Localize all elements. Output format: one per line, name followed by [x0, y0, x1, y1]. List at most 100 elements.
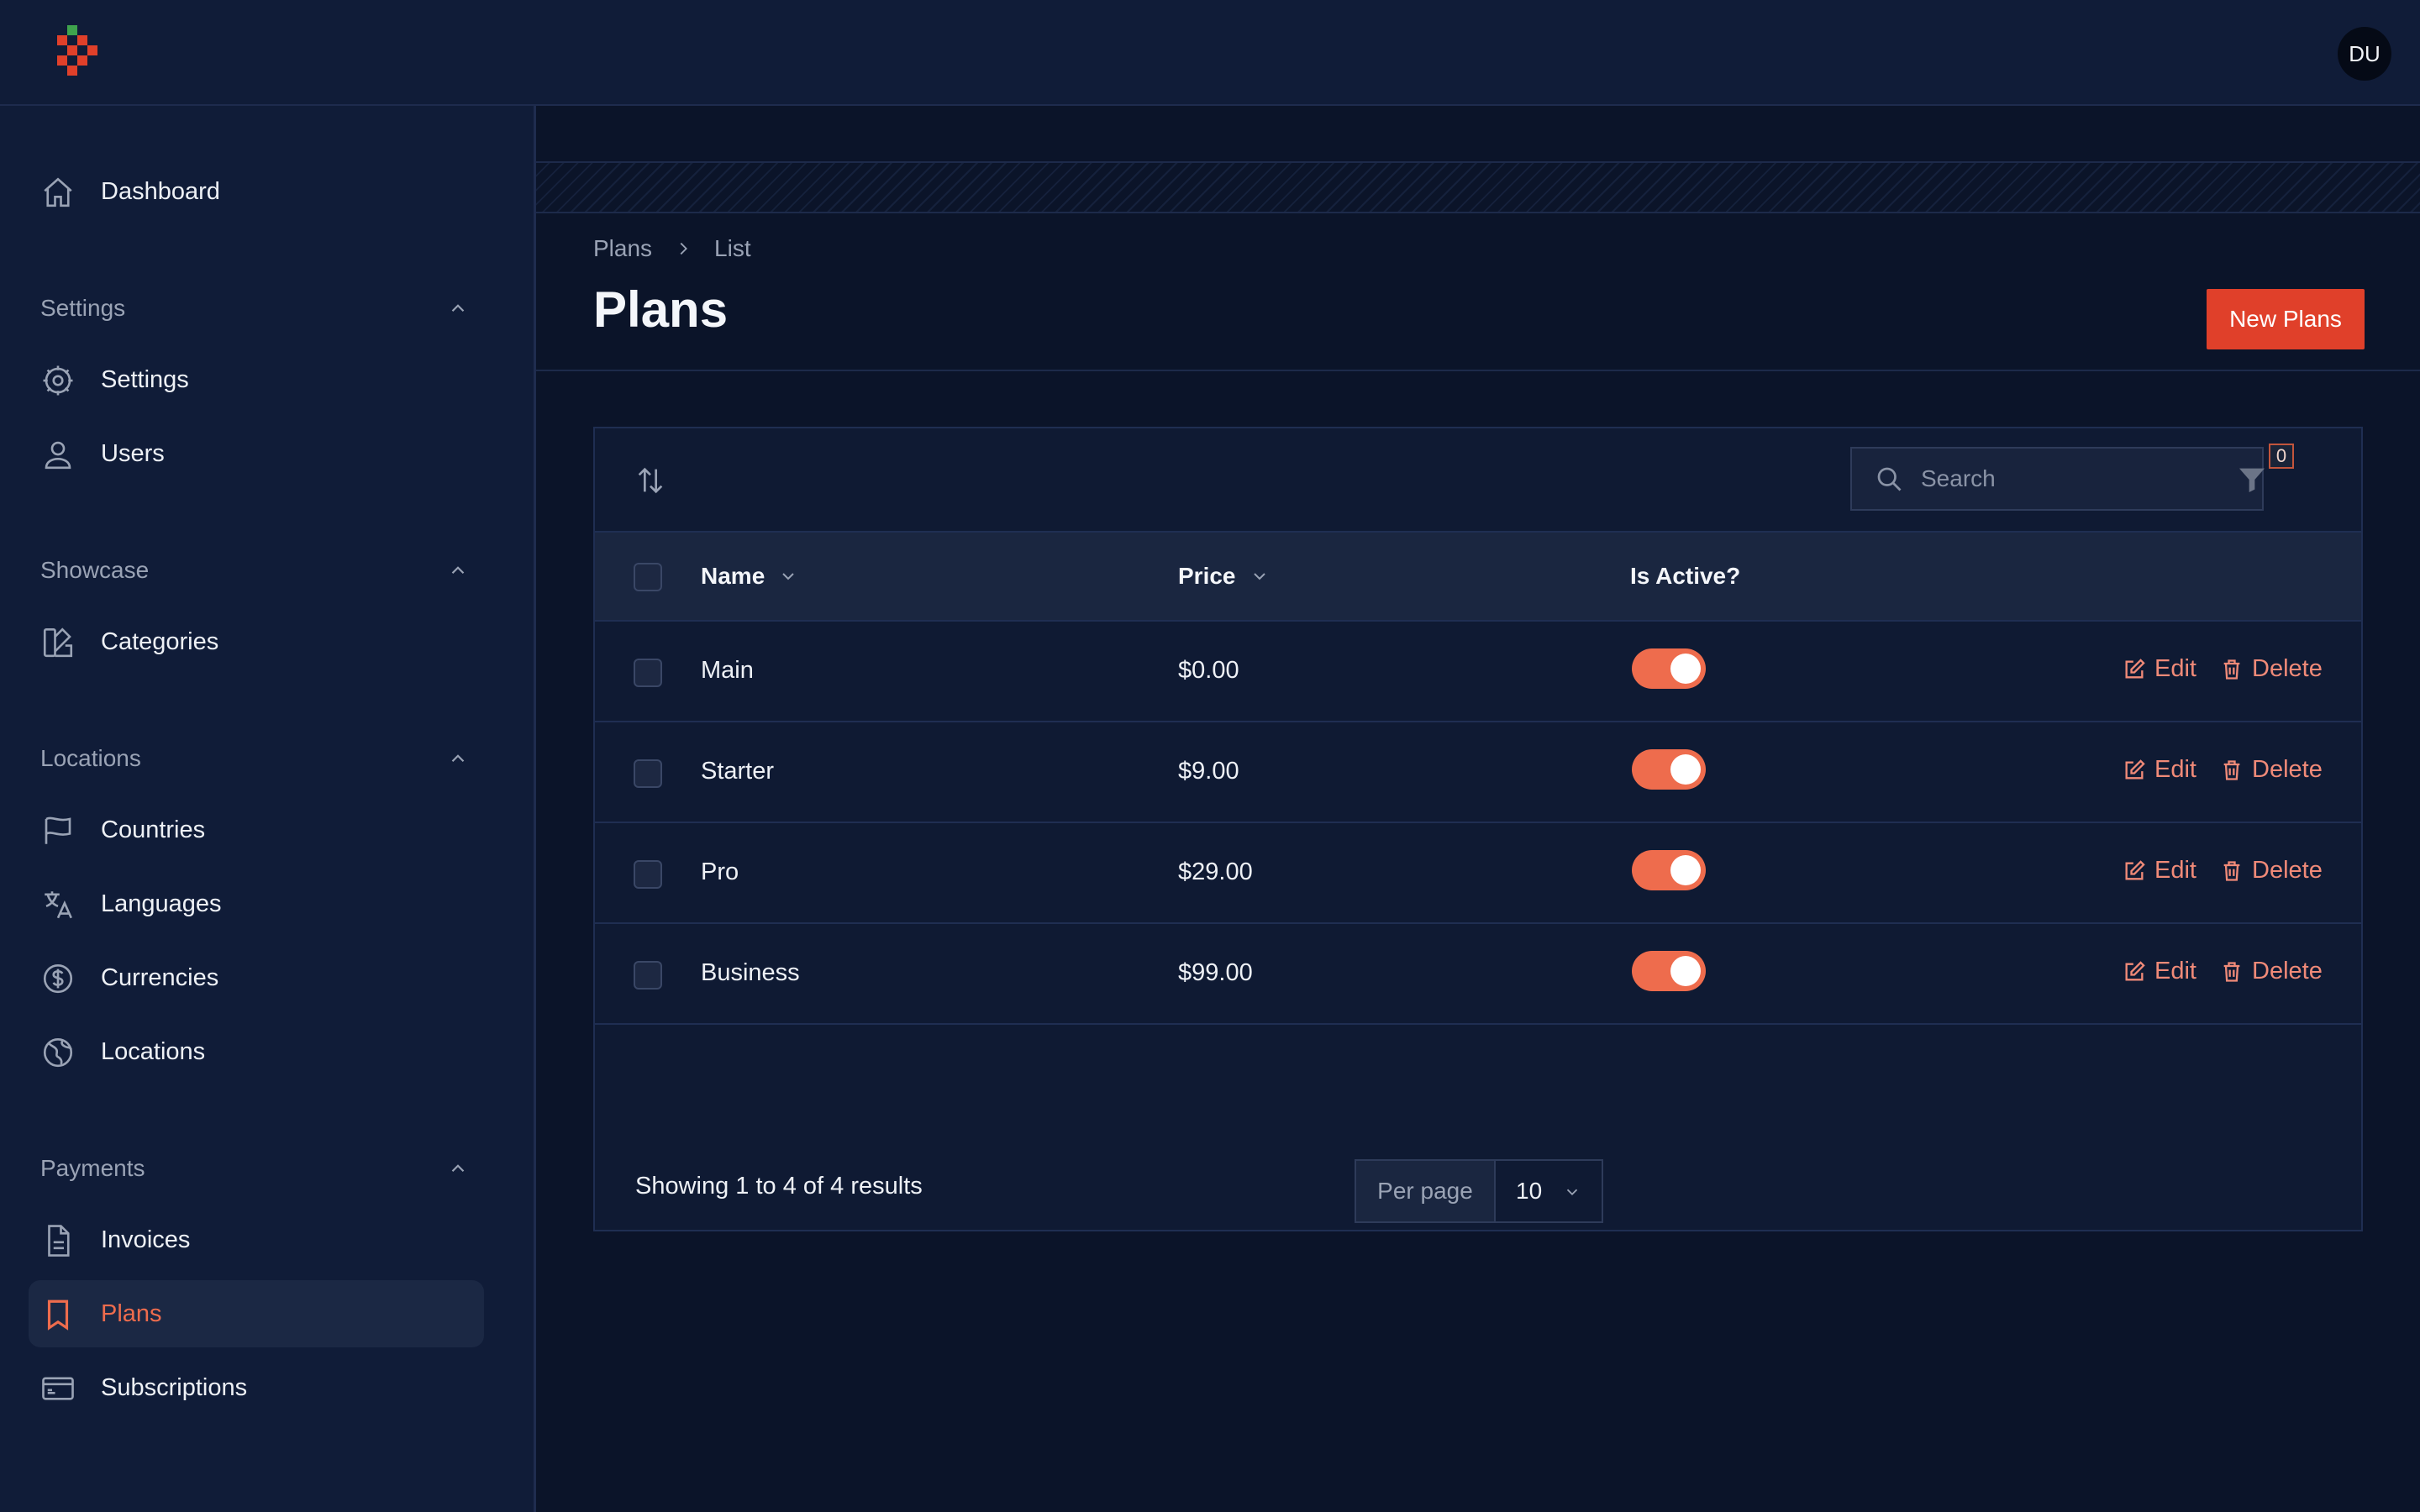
sidebar-item-settings[interactable]: Settings: [29, 346, 484, 413]
delete-button[interactable]: Delete: [2220, 958, 2323, 985]
table-header-row: Name Price Is Active?: [595, 531, 2361, 622]
column-header-label: Name: [701, 563, 765, 589]
sidebar-item-categories[interactable]: Categories: [29, 608, 484, 675]
is-active-toggle[interactable]: [1632, 951, 1706, 991]
chevron-up-icon[interactable]: [447, 1158, 469, 1179]
chevron-right-icon: [680, 242, 688, 255]
row-checkbox[interactable]: [634, 759, 662, 788]
sidebar-item-locations[interactable]: Locations: [29, 1018, 484, 1085]
sidebar-group-showcase[interactable]: Showcase: [40, 549, 469, 591]
sidebar-item-label: Dashboard: [101, 177, 220, 205]
chevron-up-icon[interactable]: [447, 559, 469, 581]
sidebar-group-locations[interactable]: Locations: [40, 738, 469, 780]
per-page-value: 10: [1516, 1178, 1543, 1204]
delete-label: Delete: [2252, 655, 2323, 682]
edit-label: Edit: [2154, 958, 2196, 984]
sidebar-item-invoices[interactable]: Invoices: [29, 1206, 484, 1273]
column-header-is-active: Is Active?: [1630, 563, 1740, 590]
sidebar-group-label: Payments: [40, 1155, 145, 1181]
column-header-price[interactable]: Price: [1178, 563, 1270, 590]
edit-label: Edit: [2154, 756, 2196, 783]
plan-price: $0.00: [1178, 657, 1239, 684]
sidebar-group-label: Showcase: [40, 557, 150, 583]
sidebar-item-label: Countries: [101, 816, 206, 843]
toggle-knob: [1670, 855, 1701, 885]
document-icon: [48, 1225, 70, 1257]
sidebar-item-users[interactable]: Users: [29, 420, 484, 487]
filter-icon[interactable]: [2235, 462, 2269, 497]
user-avatar[interactable]: DU: [2338, 27, 2391, 81]
swatch-icon: [43, 627, 73, 658]
sidebar-item-label: Users: [101, 439, 165, 467]
user-icon: [45, 441, 71, 470]
credit-card-icon: [42, 1377, 74, 1400]
decorative-banner: [536, 161, 2420, 213]
table-toolbar: Search 0: [595, 428, 2361, 531]
sidebar-item-label: Languages: [101, 890, 222, 917]
delete-button[interactable]: Delete: [2220, 756, 2323, 784]
breadcrumb-current: List: [714, 235, 751, 261]
app-logo-icon[interactable]: [55, 25, 106, 82]
trash-icon: [2223, 659, 2240, 680]
edit-icon: [2125, 859, 2145, 879]
row-checkbox[interactable]: [634, 860, 662, 889]
is-active-toggle[interactable]: [1632, 850, 1706, 890]
delete-button[interactable]: Delete: [2220, 857, 2323, 885]
sidebar-item-countries[interactable]: Countries: [29, 796, 484, 864]
dollar-icon: [43, 963, 73, 994]
delete-label: Delete: [2252, 756, 2323, 783]
chevron-down-icon: [1566, 1189, 1578, 1196]
edit-icon: [2125, 960, 2145, 980]
sidebar-group-payments[interactable]: Payments: [40, 1147, 469, 1189]
edit-button[interactable]: Edit: [2123, 958, 2196, 985]
breadcrumb-link-plans[interactable]: Plans: [593, 235, 652, 262]
trash-icon: [2223, 860, 2240, 881]
sort-icon[interactable]: [634, 464, 667, 497]
column-header-name[interactable]: Name: [701, 563, 798, 590]
select-all-checkbox[interactable]: [634, 563, 662, 591]
chevron-down-icon: [1253, 573, 1265, 580]
sidebar-item-label: Invoices: [101, 1226, 191, 1253]
sidebar-item-currencies[interactable]: Currencies: [29, 944, 484, 1011]
filter-count-badge: 0: [2269, 444, 2294, 469]
bookmark-icon: [47, 1299, 69, 1331]
chevron-up-icon[interactable]: [447, 297, 469, 319]
sidebar-item-label: Locations: [101, 1037, 206, 1065]
delete-button[interactable]: Delete: [2220, 655, 2323, 683]
sidebar-item-subscriptions[interactable]: Subscriptions: [29, 1354, 484, 1421]
table-row: Starter $9.00 Edit Delete: [595, 722, 2361, 823]
search-input[interactable]: Search: [1850, 447, 2264, 511]
sidebar-group-settings[interactable]: Settings: [40, 287, 469, 329]
table-row: Pro $29.00 Edit Delete: [595, 823, 2361, 924]
sidebar: Dashboard Settings Settings Users Showca…: [0, 106, 536, 1512]
toggle-knob: [1670, 754, 1701, 785]
sidebar-item-languages[interactable]: Languages: [29, 870, 484, 937]
edit-button[interactable]: Edit: [2123, 857, 2196, 885]
sidebar-item-dashboard[interactable]: Dashboard: [29, 158, 484, 225]
delete-label: Delete: [2252, 958, 2323, 984]
edit-icon: [2125, 658, 2145, 678]
sidebar-item-label: Categories: [101, 627, 219, 655]
row-checkbox[interactable]: [634, 961, 662, 990]
edit-button[interactable]: Edit: [2123, 655, 2196, 683]
breadcrumb: Plans List: [593, 235, 751, 262]
is-active-toggle[interactable]: [1632, 648, 1706, 689]
per-page-select[interactable]: 10: [1496, 1161, 1602, 1221]
sidebar-item-label: Currencies: [101, 963, 219, 991]
plan-price: $29.00: [1178, 858, 1253, 885]
sidebar-item-label: Subscriptions: [101, 1373, 248, 1401]
column-header-label: Price: [1178, 563, 1236, 589]
edit-button[interactable]: Edit: [2123, 756, 2196, 784]
trash-icon: [2223, 961, 2240, 982]
sidebar-item-plans[interactable]: Plans: [29, 1280, 484, 1347]
row-checkbox[interactable]: [634, 659, 662, 687]
page-header: Plans List Plans New Plans: [536, 213, 2420, 371]
home-icon: [44, 177, 72, 207]
new-plans-button[interactable]: New Plans: [2207, 289, 2365, 349]
translate-icon: [45, 891, 72, 919]
is-active-toggle[interactable]: [1632, 749, 1706, 790]
delete-label: Delete: [2252, 857, 2323, 884]
chevron-up-icon[interactable]: [447, 748, 469, 769]
table-footer: Showing 1 to 4 of 4 results Per page 10: [595, 1139, 2361, 1231]
chevron-down-icon: [782, 573, 794, 580]
